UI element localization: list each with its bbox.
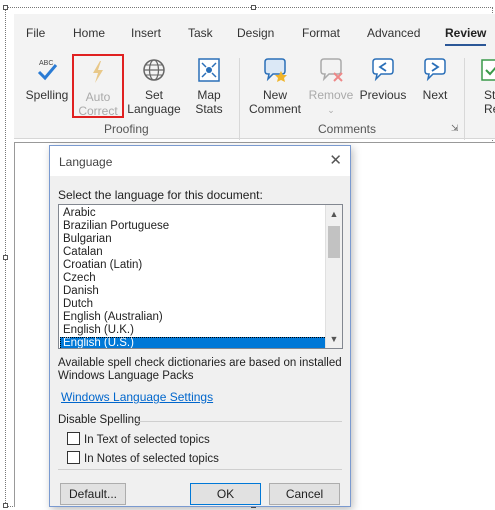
info-line-2: Windows Language Packs [58,370,194,382]
resize-handle[interactable] [3,255,8,260]
scroll-down-icon[interactable]: ▼ [326,331,342,347]
chevron-down-icon: ⌄ [327,105,335,115]
divider [136,421,342,422]
auto-correct-button[interactable]: Auto Correct [72,54,124,118]
spelling-icon: ABC [37,60,58,81]
partial-label-line2: Rev [484,102,495,116]
tab-file[interactable]: File [26,26,45,40]
partial-ribbon-button[interactable]: Sta Rev [474,56,495,116]
map-stats-button[interactable]: Map Stats [188,56,230,116]
list-item[interactable]: Dutch [60,298,327,311]
group-separator [239,58,240,140]
tab-advanced[interactable]: Advanced [367,26,420,40]
tab-format[interactable]: Format [302,26,340,40]
dictionary-info: Available spell check dictionaries are b… [58,357,342,383]
spelling-button[interactable]: ABC Spelling [24,56,70,102]
dialog-title: Language [59,155,113,169]
next-comment-icon [424,58,446,82]
map-stats-icon [198,58,220,82]
remove-comment-label: Remove [308,88,354,102]
list-item[interactable]: Croatian (Latin) [60,259,327,272]
remove-comment-button[interactable]: Remove ⌄ [306,56,356,117]
cancel-button[interactable]: Cancel [269,483,340,505]
previous-comment-label: Previous [359,88,407,102]
list-item[interactable]: Arabic [60,207,327,220]
scroll-up-icon[interactable]: ▲ [326,206,342,222]
close-icon[interactable]: ✕ [329,151,342,169]
group-separator [464,58,465,140]
ribbon-tabs: File Home Insert Task Design Format Adva… [14,14,495,50]
set-language-label-line2: Language [127,102,181,116]
disable-spelling-caption: Disable Spelling [58,414,141,426]
scrollbar-thumb[interactable] [328,226,340,258]
language-dialog: Language ✕ Select the language for this … [49,145,351,507]
checkbox-box[interactable] [67,451,80,464]
dialog-launcher-icon[interactable]: ⇲ [451,123,459,134]
new-comment-label-line2: Comment [248,102,301,116]
list-item[interactable]: English (U.K.) [60,324,327,337]
language-listbox[interactable]: Arabic Brazilian Portuguese Bulgarian Ca… [58,204,343,349]
list-item[interactable]: Brazilian Portuguese [60,220,327,233]
listbox-scrollbar[interactable]: ▲ ▼ [325,205,342,348]
comments-group-label: Comments [318,122,377,136]
map-stats-label-line1: Map [197,88,221,102]
notes-topics-label: In Notes of selected topics [84,453,219,465]
tab-design[interactable]: Design [237,26,274,40]
text-topics-checkbox[interactable]: In Text of selected topics [67,432,210,446]
divider [58,469,342,470]
windows-language-settings-link[interactable]: Windows Language Settings [61,390,213,404]
svg-text:ABC: ABC [39,60,53,67]
map-stats-label-line2: Stats [195,102,223,116]
tab-home[interactable]: Home [73,26,105,40]
ok-button[interactable]: OK [190,483,261,505]
new-comment-icon [264,58,287,82]
next-comment-button[interactable]: Next [416,56,454,102]
set-language-button[interactable]: Set Language [126,56,182,116]
remove-comment-icon [320,58,343,82]
spelling-label: Spelling [25,88,69,102]
globe-icon [143,59,165,81]
ribbon: File Home Insert Task Design Format Adva… [14,14,495,140]
previous-comment-icon [372,58,394,82]
auto-correct-label-line1: Auto [85,90,111,104]
next-comment-label: Next [422,88,448,102]
list-item[interactable]: Czech [60,272,327,285]
list-item[interactable]: Catalan [60,246,327,259]
new-comment-label-line1: New [262,88,287,102]
default-button[interactable]: Default... [60,483,126,505]
set-language-label-line1: Set [144,88,163,102]
new-comment-button[interactable]: New Comment [248,56,302,116]
notes-topics-checkbox[interactable]: In Notes of selected topics [67,451,219,465]
resize-handle[interactable] [3,5,8,10]
proofing-group-label: Proofing [104,122,149,136]
auto-correct-label-line2: Correct [78,104,118,118]
resize-handle[interactable] [3,503,8,508]
partial-label-line1: Sta [484,88,495,102]
dialog-title-bar[interactable]: Language ✕ [50,146,350,176]
auto-correct-icon [93,61,103,83]
info-line-1: Available spell check dictionaries are b… [58,357,342,369]
tab-insert[interactable]: Insert [131,26,161,40]
list-item-selected[interactable]: English (U.S.) [60,337,327,348]
tab-task[interactable]: Task [188,26,213,40]
tab-review[interactable]: Review [445,26,487,46]
list-item[interactable]: Danish [60,285,327,298]
status-icon [481,59,495,81]
list-item[interactable]: Bulgarian [60,233,327,246]
checkbox-box[interactable] [67,432,80,445]
list-item[interactable]: English (Australian) [60,311,327,324]
language-prompt: Select the language for this document: [58,188,263,202]
previous-comment-button[interactable]: Previous [358,56,408,102]
text-topics-label: In Text of selected topics [84,434,210,446]
resize-handle[interactable] [251,5,256,10]
